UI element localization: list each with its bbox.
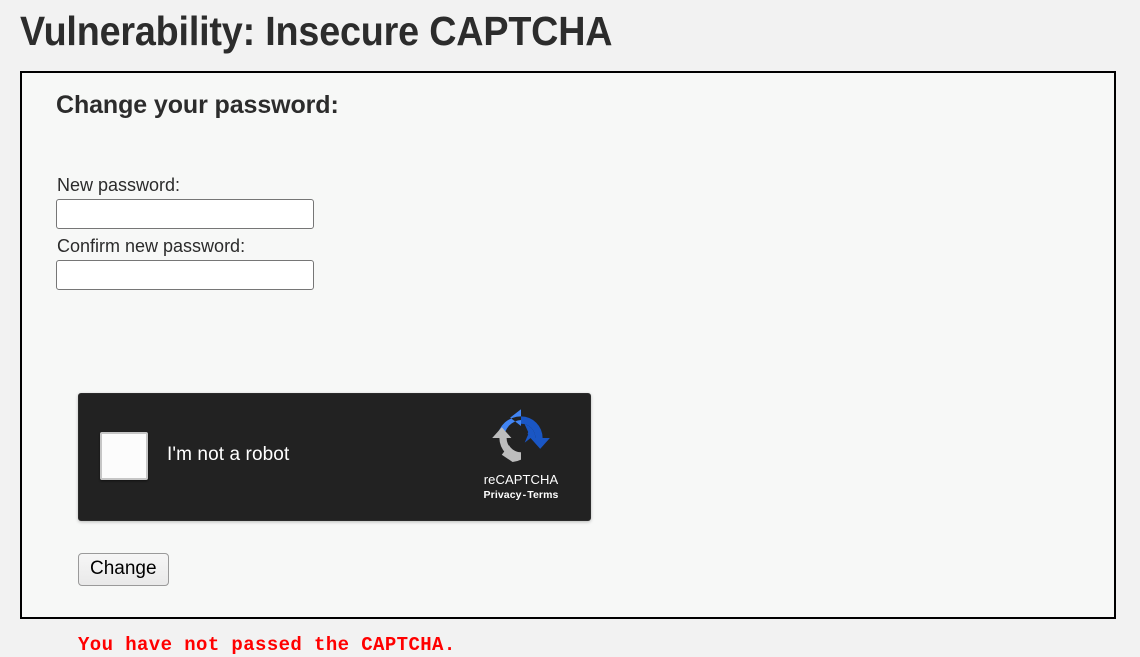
page-title: Vulnerability: Insecure CAPTCHA xyxy=(20,8,613,54)
panel-heading: Change your password: xyxy=(56,91,339,119)
change-password-submit-button[interactable]: Change xyxy=(78,553,169,586)
new-password-input[interactable] xyxy=(56,199,314,229)
recaptcha-legal-links: Privacy-Terms xyxy=(462,488,580,502)
change-password-form: New password: Confirm new password: xyxy=(56,174,1056,296)
recaptcha-checkbox[interactable] xyxy=(100,432,148,480)
recaptcha-widget[interactable]: I'm not a robot reCAPTCHA Privacy-Terms xyxy=(78,393,591,521)
recaptcha-brand-name: reCAPTCHA xyxy=(483,472,559,487)
new-password-label: New password: xyxy=(57,175,181,195)
recaptcha-terms-link[interactable]: Terms xyxy=(527,489,558,501)
recaptcha-brand: reCAPTCHA Privacy-Terms xyxy=(462,408,580,502)
recaptcha-checkbox-wrap[interactable] xyxy=(100,432,148,480)
recaptcha-logo-icon xyxy=(492,409,550,462)
recaptcha-label: I'm not a robot xyxy=(167,444,290,465)
main-panel: Change your password: New password: Conf… xyxy=(20,71,1116,656)
confirm-password-input[interactable] xyxy=(56,260,314,290)
captcha-error-message: You have not passed the CAPTCHA. xyxy=(78,634,456,656)
confirm-password-label: Confirm new password: xyxy=(57,236,246,256)
recaptcha-privacy-link[interactable]: Privacy xyxy=(484,489,522,501)
